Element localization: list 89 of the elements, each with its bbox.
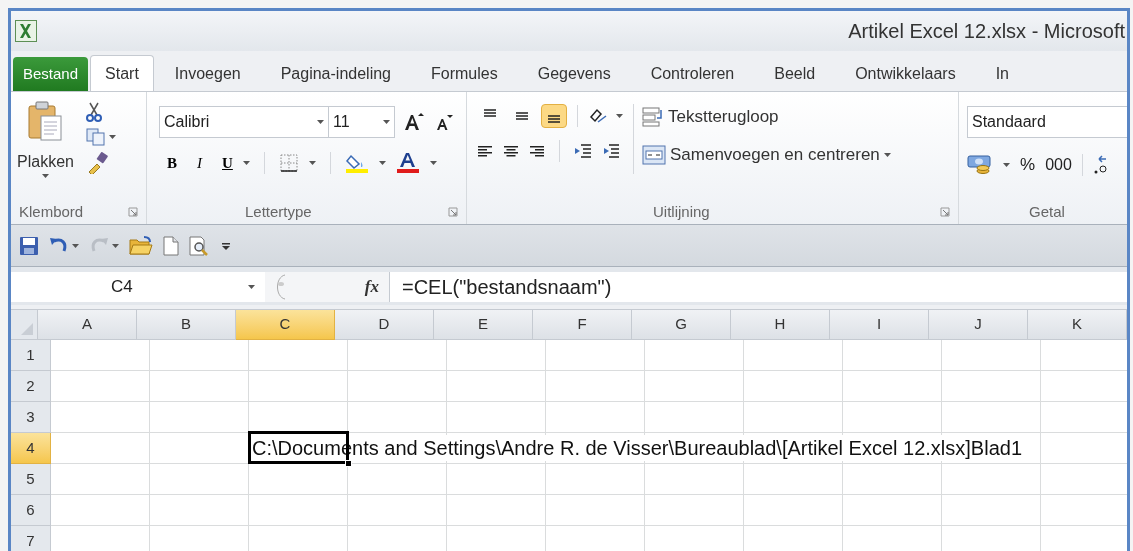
align-middle-icon bbox=[516, 112, 528, 120]
font-name-field[interactable]: Calibri bbox=[159, 106, 329, 138]
font-color-icon[interactable] bbox=[395, 152, 420, 175]
vertical-align-button[interactable] bbox=[541, 104, 567, 128]
window-title: Artikel Excel 12.xlsx - Microsoft bbox=[848, 19, 1126, 44]
ribbon-tab[interactable]: Pagina-indeling bbox=[261, 57, 410, 91]
merge-center-button[interactable]: Samenvoegen en centreren bbox=[642, 142, 891, 168]
group-label: Uitlijning bbox=[653, 201, 710, 222]
font-name-caret-icon[interactable] bbox=[317, 120, 324, 124]
underline-caret-icon[interactable] bbox=[242, 161, 250, 166]
paste-caret-icon[interactable] bbox=[41, 174, 49, 178]
column-header[interactable]: J bbox=[929, 310, 1028, 340]
row-header[interactable]: 2 bbox=[11, 371, 51, 402]
column-header[interactable]: C bbox=[236, 310, 335, 340]
row-header[interactable]: 1 bbox=[11, 340, 51, 371]
number-format-field[interactable]: Standaard bbox=[967, 106, 1127, 138]
dialog-launcher-icon[interactable] bbox=[448, 207, 458, 217]
ribbon-tab[interactable]: Formules bbox=[412, 57, 517, 91]
dialog-launcher-icon[interactable] bbox=[128, 207, 138, 217]
group-label: Klembord bbox=[19, 201, 84, 222]
column-header[interactable]: B bbox=[137, 310, 236, 340]
wrap-text-button[interactable]: Tekstterugloop bbox=[642, 104, 891, 130]
excel-logo-icon bbox=[15, 20, 37, 42]
insert-function-button[interactable]: fx bbox=[364, 274, 379, 300]
formula-input[interactable]: =CEL("bestandsnaam") bbox=[390, 272, 1127, 302]
column-header[interactable]: E bbox=[434, 310, 533, 340]
row-header[interactable]: 3 bbox=[11, 402, 51, 433]
shrink-font-icon[interactable] bbox=[435, 113, 453, 131]
group-label: Lettertype bbox=[245, 201, 312, 222]
folder-icon[interactable] bbox=[129, 235, 153, 256]
save-icon[interactable] bbox=[19, 235, 39, 256]
ribbon-tab[interactable]: Ontwikkelaars bbox=[836, 57, 975, 91]
merge-cells-icon bbox=[642, 145, 666, 165]
font-size-field[interactable]: 11 bbox=[329, 106, 395, 138]
paste-button[interactable]: Plakken bbox=[17, 100, 74, 200]
increase-indent-icon[interactable] bbox=[602, 143, 620, 159]
column-header[interactable]: I bbox=[830, 310, 929, 340]
align-right-icon[interactable] bbox=[529, 144, 545, 158]
font-size-caret-icon[interactable] bbox=[383, 120, 390, 124]
ribbon-tab[interactable]: Gegevens bbox=[518, 57, 630, 91]
currency-icon[interactable] bbox=[967, 153, 993, 176]
orientation-caret-icon[interactable] bbox=[616, 114, 623, 118]
ribbon-tab[interactable]: In bbox=[976, 57, 1028, 91]
align-bottom-icon bbox=[548, 115, 560, 123]
column-header[interactable]: H bbox=[731, 310, 830, 340]
customize-toolbar-icon[interactable] bbox=[221, 240, 231, 251]
row-header[interactable]: 7 bbox=[11, 526, 51, 551]
undo-caret-icon[interactable] bbox=[72, 243, 79, 248]
ribbon-tab[interactable]: Controleren bbox=[631, 57, 754, 91]
corner-triangle-icon bbox=[21, 323, 33, 335]
row-header[interactable]: 6 bbox=[11, 495, 51, 526]
name-box[interactable]: C4 bbox=[11, 272, 265, 302]
fill-handle[interactable] bbox=[345, 460, 352, 467]
column-header[interactable]: G bbox=[632, 310, 731, 340]
column-header[interactable]: A bbox=[38, 310, 137, 340]
thousands-separator-button[interactable]: 000 bbox=[1045, 152, 1072, 177]
dialog-launcher-icon[interactable] bbox=[940, 207, 950, 217]
align-left-icon[interactable] bbox=[477, 144, 493, 158]
align-top-icon bbox=[484, 109, 496, 117]
ribbon-tab[interactable]: Invoegen bbox=[155, 57, 260, 91]
grow-font-icon[interactable] bbox=[403, 112, 425, 132]
column-header[interactable]: K bbox=[1028, 310, 1127, 340]
borders-icon[interactable] bbox=[278, 153, 299, 174]
currency-caret-icon[interactable] bbox=[1003, 162, 1010, 167]
borders-caret-icon[interactable] bbox=[308, 161, 316, 166]
row-header[interactable]: 5 bbox=[11, 464, 51, 495]
name-box-caret-icon[interactable] bbox=[248, 285, 255, 289]
scissors-icon[interactable] bbox=[85, 102, 102, 122]
decrease-indent-icon[interactable] bbox=[574, 143, 592, 159]
new-document-icon[interactable] bbox=[163, 235, 179, 256]
file-tab[interactable]: Bestand bbox=[13, 57, 89, 91]
copy-caret-icon[interactable] bbox=[108, 135, 116, 139]
group-label: Getal bbox=[1029, 201, 1065, 222]
column-header[interactable]: F bbox=[533, 310, 632, 340]
percent-button[interactable]: % bbox=[1020, 152, 1036, 178]
column-header[interactable]: D bbox=[335, 310, 434, 340]
underline-button[interactable]: U bbox=[222, 152, 233, 175]
align-center-icon[interactable] bbox=[503, 144, 519, 158]
row-header[interactable]: 4 bbox=[11, 433, 51, 464]
ribbon-tab[interactable]: Beeld bbox=[755, 57, 835, 91]
italic-button[interactable]: I bbox=[197, 152, 202, 175]
fill-color-caret-icon[interactable] bbox=[378, 161, 386, 166]
ribbon-tab[interactable]: Start bbox=[90, 55, 154, 91]
increase-decimal-icon[interactable] bbox=[1092, 153, 1107, 176]
bold-button[interactable]: B bbox=[167, 152, 177, 175]
merge-caret-icon[interactable] bbox=[883, 153, 891, 157]
copy-icon[interactable] bbox=[85, 128, 106, 146]
fill-color-icon[interactable] bbox=[344, 152, 369, 175]
font-color-caret-icon[interactable] bbox=[429, 161, 437, 166]
